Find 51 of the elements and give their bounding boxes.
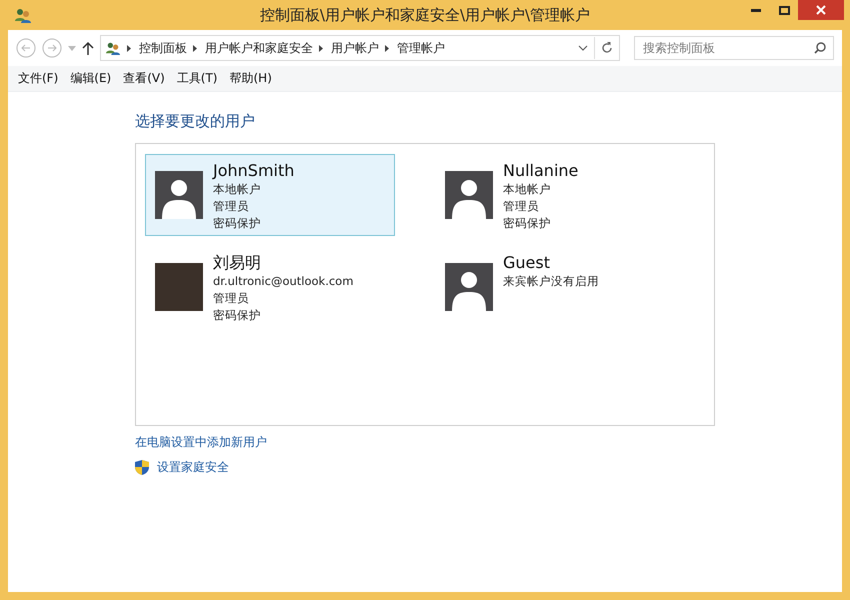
menu-item[interactable]: 工具(T)	[170, 70, 224, 87]
search-icon	[814, 42, 826, 54]
user-silhouette-icon	[445, 171, 493, 219]
breadcrumb-item[interactable]: 用户帐户	[331, 40, 379, 56]
user-name: Guest	[503, 253, 551, 273]
users-icon	[14, 7, 32, 23]
photo-placeholder	[155, 263, 203, 311]
user-detail: 密码保护	[503, 215, 552, 232]
user-name: Nullanine	[503, 161, 578, 181]
close-icon	[816, 5, 826, 15]
user-detail: 本地帐户	[213, 181, 262, 198]
close-button[interactable]	[798, 0, 844, 20]
user-detail: 密码保护	[213, 307, 262, 324]
user-tile[interactable]: 刘易明 dr.ultronic@outlook.com 管理员 密码保护	[145, 246, 395, 328]
user-name: JohnSmith	[213, 161, 294, 181]
user-detail: 本地帐户	[503, 181, 552, 198]
user-tile[interactable]: Guest 来宾帐户没有启用	[435, 246, 685, 328]
link[interactable]: 在电脑设置中添加新用户	[135, 434, 842, 451]
search-field[interactable]: 搜索控制面板	[634, 36, 834, 60]
user-detail: 管理员	[213, 198, 250, 215]
chevron-right-icon	[319, 44, 323, 52]
up-arrow-icon[interactable]	[82, 41, 94, 55]
user-detail: dr.ultronic@outlook.com	[213, 273, 354, 290]
user-silhouette-icon	[155, 171, 203, 219]
section-heading: 选择要更改的用户	[135, 112, 256, 131]
chevron-right-icon	[385, 44, 389, 52]
user-silhouette-icon	[445, 263, 493, 311]
user-tile[interactable]: JohnSmith 本地帐户 管理员 密码保护	[145, 154, 395, 236]
window-title: 控制面板\用户帐户和家庭安全\用户帐户\管理帐户	[258, 6, 592, 24]
shield-icon	[135, 460, 149, 475]
users-icon	[105, 41, 121, 55]
user-detail: 来宾帐户没有启用	[503, 273, 599, 290]
menu-item[interactable]: 查看(V)	[117, 70, 171, 87]
breadcrumb-item[interactable]: 控制面板	[139, 40, 187, 56]
breadcrumb-item[interactable]: 用户帐户和家庭安全	[205, 40, 313, 56]
minimize-icon[interactable]	[751, 8, 761, 12]
chevron-down-icon[interactable]	[578, 45, 588, 51]
user-detail: 管理员	[213, 290, 250, 307]
user-name: 刘易明	[213, 253, 262, 273]
chevron-right-icon	[127, 44, 131, 52]
link[interactable]: 设置家庭安全	[135, 459, 842, 476]
user-tile[interactable]: Nullanine 本地帐户 管理员 密码保护	[435, 154, 685, 236]
user-detail: 密码保护	[213, 215, 262, 232]
chevron-right-icon	[193, 44, 197, 52]
menu-item[interactable]: 编辑(E)	[64, 70, 118, 87]
user-detail: 管理员	[503, 198, 540, 215]
breadcrumb-item[interactable]: 管理帐户	[397, 40, 445, 56]
maximize-icon[interactable]	[778, 6, 790, 14]
menu-item[interactable]: 文件(F)	[12, 70, 64, 87]
menu-item[interactable]: 帮助(H)	[224, 70, 278, 87]
address-bar[interactable]: 控制面板 用户帐户和家庭安全 用户帐户 管理帐户	[100, 35, 620, 61]
